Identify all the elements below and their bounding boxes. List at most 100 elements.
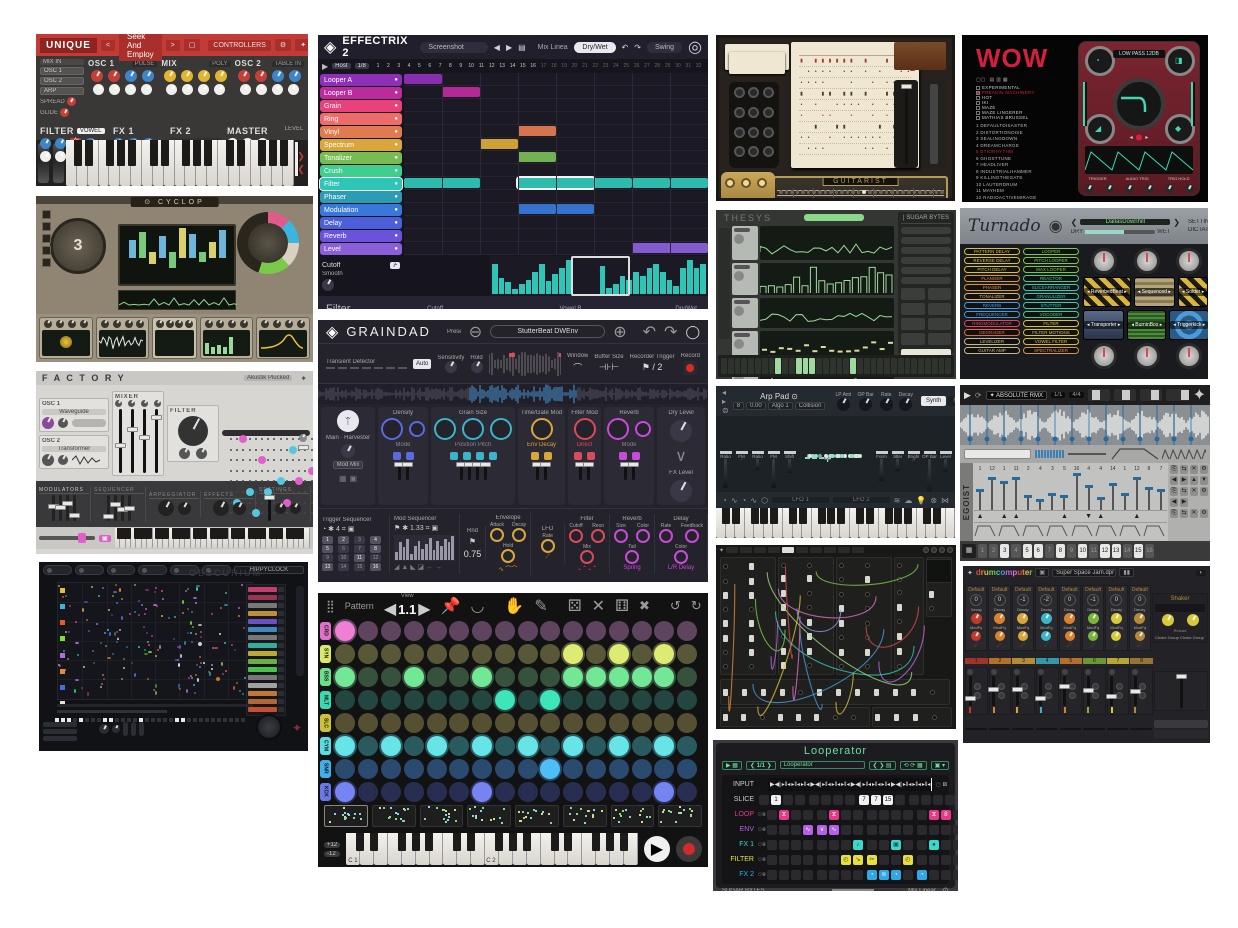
cell-button[interactable] bbox=[741, 714, 746, 721]
fx-slot[interactable]: ◂ Transporter ▸ bbox=[1083, 310, 1124, 340]
param-chip[interactable] bbox=[248, 651, 277, 656]
setting-field[interactable] bbox=[901, 257, 951, 264]
slider-handle[interactable] bbox=[78, 533, 86, 543]
tail-knob[interactable] bbox=[998, 692, 1005, 699]
led[interactable] bbox=[807, 190, 811, 194]
sec-knob[interactable] bbox=[614, 529, 628, 543]
knob[interactable] bbox=[125, 70, 137, 82]
note-dot[interactable] bbox=[109, 632, 111, 636]
kb-step[interactable] bbox=[911, 358, 917, 374]
trig-step[interactable]: 3 bbox=[354, 536, 365, 544]
fx-cell[interactable] bbox=[953, 870, 958, 880]
knob[interactable] bbox=[272, 84, 283, 95]
header-knob[interactable] bbox=[859, 398, 872, 411]
jack[interactable] bbox=[865, 606, 870, 611]
kb-step[interactable] bbox=[932, 358, 938, 374]
jack[interactable] bbox=[798, 690, 803, 695]
fx-button[interactable]: TONALIZER bbox=[964, 293, 1020, 300]
kb-step[interactable] bbox=[748, 358, 754, 374]
pan-knob[interactable] bbox=[1062, 669, 1068, 675]
pad-circle[interactable] bbox=[586, 713, 606, 733]
led[interactable] bbox=[779, 190, 783, 194]
effect-row-dot[interactable]: ● bbox=[394, 77, 398, 83]
jack[interactable] bbox=[897, 577, 902, 582]
jack[interactable] bbox=[781, 563, 786, 568]
led[interactable] bbox=[924, 190, 928, 194]
jack[interactable] bbox=[930, 690, 935, 695]
row-tag[interactable]: CYM bbox=[320, 737, 331, 755]
matrix-cell[interactable] bbox=[249, 502, 251, 504]
edit-button[interactable]: ✕ bbox=[1190, 487, 1198, 496]
pad-circle[interactable] bbox=[335, 713, 355, 733]
filter-cutoff-knob[interactable] bbox=[178, 416, 208, 446]
header-slider[interactable] bbox=[1114, 389, 1136, 401]
pitch-slider[interactable] bbox=[1068, 453, 1106, 455]
edit-button[interactable]: ✕ bbox=[1190, 509, 1198, 518]
transient-wave[interactable] bbox=[489, 351, 561, 377]
mini-fader[interactable] bbox=[107, 495, 110, 521]
nav-icons[interactable]: ◂ ▸ ⊜ bbox=[722, 388, 729, 415]
engine-icon[interactable]: ☄ bbox=[973, 642, 978, 649]
effect-row-label[interactable]: Looper B● bbox=[320, 87, 402, 99]
module-card[interactable] bbox=[39, 317, 93, 359]
fx-cell[interactable] bbox=[803, 870, 813, 880]
toolbar-tab[interactable] bbox=[810, 547, 822, 553]
knob[interactable] bbox=[256, 84, 267, 95]
dictator-button[interactable]: DICTATOR bbox=[1188, 227, 1208, 233]
param-chip[interactable] bbox=[248, 675, 277, 680]
row-tag[interactable]: CRD bbox=[320, 622, 331, 640]
black-key[interactable] bbox=[818, 508, 826, 524]
note-dot[interactable] bbox=[194, 692, 196, 694]
fader-track[interactable] bbox=[910, 459, 918, 463]
settings-icon[interactable]: ◯ bbox=[685, 324, 700, 340]
matrix-cell[interactable] bbox=[286, 491, 288, 493]
led[interactable] bbox=[935, 190, 939, 194]
cell-button[interactable] bbox=[836, 689, 841, 696]
sec-knob[interactable] bbox=[541, 539, 555, 553]
matrix-cell[interactable] bbox=[249, 512, 251, 514]
note-dot[interactable] bbox=[168, 617, 170, 619]
channel-strip[interactable]: Default0DecayModFq☄ bbox=[1129, 585, 1151, 651]
shape-knob[interactable] bbox=[1116, 683, 1123, 690]
matrix-cell[interactable] bbox=[267, 470, 269, 472]
sec-knob[interactable] bbox=[490, 528, 504, 542]
scroll-rail[interactable] bbox=[296, 586, 304, 676]
param-chip[interactable] bbox=[248, 611, 277, 616]
pan-knob[interactable] bbox=[1038, 669, 1044, 675]
param-chip[interactable] bbox=[248, 619, 277, 624]
fader-handle[interactable] bbox=[908, 451, 920, 454]
fx-cell[interactable]: 8 bbox=[941, 810, 951, 820]
pad-circle[interactable] bbox=[495, 667, 515, 687]
kb-step[interactable] bbox=[939, 358, 945, 374]
note-dot[interactable] bbox=[161, 615, 163, 617]
fx-cell[interactable] bbox=[791, 840, 801, 850]
pad-circle[interactable] bbox=[632, 713, 652, 733]
note-dot[interactable] bbox=[93, 662, 95, 664]
kb-step[interactable] bbox=[857, 358, 863, 374]
pill-slider[interactable] bbox=[123, 722, 128, 736]
pad-circle[interactable] bbox=[563, 736, 583, 756]
channel-fader[interactable] bbox=[1134, 676, 1137, 706]
modfq-knob[interactable] bbox=[1041, 631, 1051, 641]
led[interactable] bbox=[913, 190, 917, 194]
matrix-cell[interactable] bbox=[273, 438, 275, 440]
note-dot[interactable] bbox=[91, 586, 93, 588]
pad-circle[interactable] bbox=[586, 621, 606, 641]
toolbar-knob[interactable] bbox=[939, 547, 945, 553]
step-button[interactable]: 9 bbox=[1067, 544, 1076, 558]
osc2-type[interactable]: Transformer bbox=[42, 446, 106, 452]
step-dot[interactable] bbox=[85, 718, 89, 722]
pad-circle[interactable] bbox=[358, 759, 378, 779]
keyboard[interactable] bbox=[716, 508, 955, 538]
tail-knob[interactable] bbox=[1092, 692, 1099, 699]
matrix-cell[interactable] bbox=[242, 459, 244, 461]
kb-step[interactable] bbox=[884, 358, 890, 374]
fx-button[interactable]: FILTER MOTIONS bbox=[1023, 329, 1079, 336]
param-chip[interactable] bbox=[248, 667, 277, 672]
cell-button[interactable] bbox=[855, 689, 860, 696]
note-dot[interactable] bbox=[115, 584, 117, 586]
note-dot[interactable] bbox=[81, 687, 83, 689]
knob[interactable] bbox=[125, 84, 136, 95]
fx-cell[interactable]: ▣ bbox=[891, 840, 901, 850]
channel-strip[interactable]: Default0DecayModFq☄ bbox=[988, 585, 1010, 651]
